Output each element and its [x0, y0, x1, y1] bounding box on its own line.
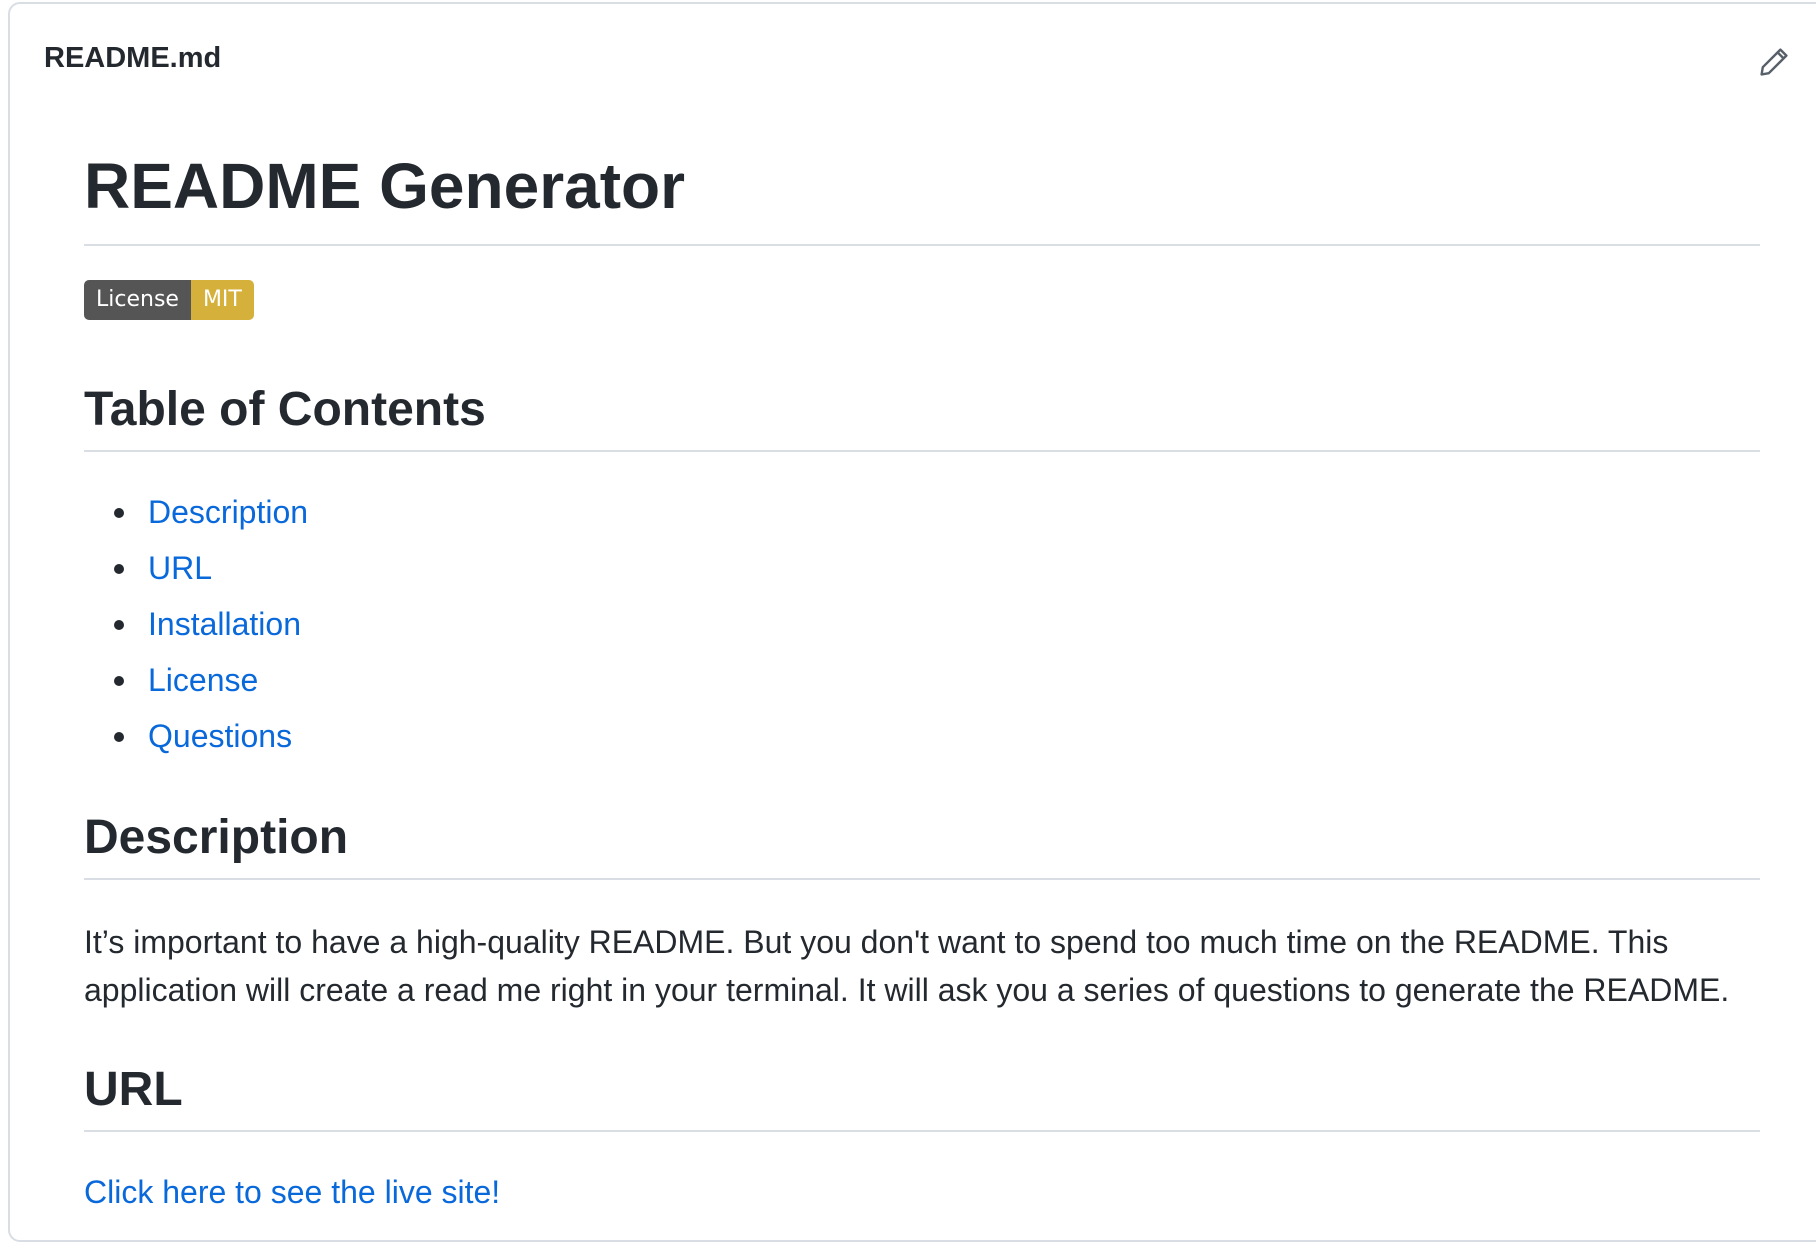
readme-title: README Generator: [84, 150, 685, 222]
bullet: [114, 620, 124, 630]
description-heading: Description: [84, 811, 349, 864]
bullet: [114, 732, 124, 742]
badge-label: License: [84, 280, 191, 320]
description-text: It’s important to have a high-quality RE…: [84, 924, 1730, 1008]
toc-link-license[interactable]: License: [148, 656, 258, 704]
bullet: [114, 564, 124, 574]
badge-value: MIT: [190, 280, 254, 320]
description-divider: [84, 878, 1760, 880]
url-divider: [84, 1130, 1760, 1132]
pencil-icon: [1760, 48, 1788, 76]
title-divider: [84, 244, 1760, 246]
toc-link-url[interactable]: URL: [148, 544, 212, 592]
toc-link-installation[interactable]: Installation: [148, 600, 301, 648]
readme-panel: README.md README Generator License MIT T…: [8, 2, 1816, 1242]
url-heading: URL: [84, 1063, 183, 1116]
toc-heading: Table of Contents: [84, 383, 486, 436]
edit-file-button[interactable]: [1754, 42, 1794, 82]
bullet: [114, 676, 124, 686]
file-name: README.md: [44, 42, 222, 74]
toc-link-description[interactable]: Description: [148, 488, 308, 536]
live-site-paragraph: Click here to see the live site!: [84, 1168, 500, 1223]
toc-divider: [84, 450, 1760, 452]
toc-link-questions[interactable]: Questions: [148, 712, 292, 760]
license-badge[interactable]: License MIT: [84, 280, 254, 320]
bullet: [114, 508, 124, 518]
live-site-link[interactable]: Click here to see the live site!: [84, 1174, 500, 1210]
